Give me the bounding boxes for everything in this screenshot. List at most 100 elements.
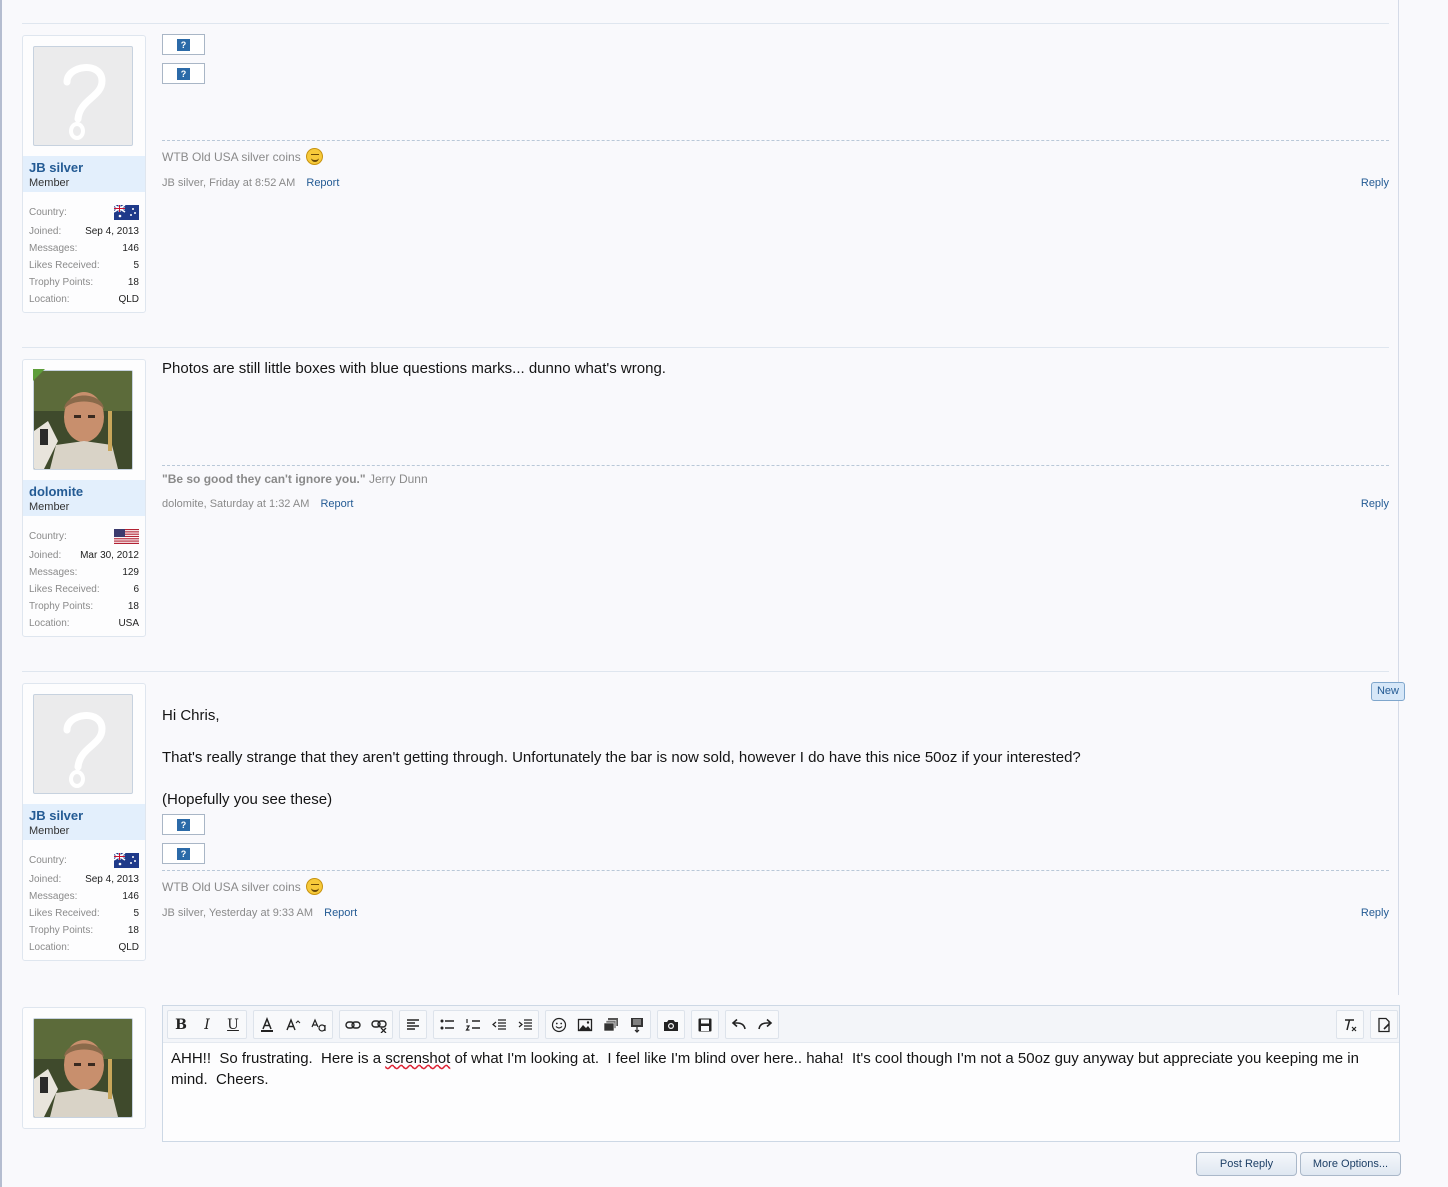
save-draft-icon[interactable] (692, 1011, 718, 1038)
username[interactable]: dolomite (29, 484, 139, 499)
toggle-bbcode-icon[interactable] (1371, 1011, 1397, 1038)
user-title: Member (29, 177, 70, 189)
message-user-info: JB silver Member Country: Joined: Sep 4, … (22, 683, 146, 961)
location-value[interactable]: USA (118, 618, 139, 629)
post-author[interactable]: dolomite (162, 498, 204, 510)
question-mark-image-icon: ? (177, 818, 190, 831)
signature: WTB Old USA silver coins (162, 878, 323, 895)
likes-label: Likes Received: (29, 260, 100, 271)
signature-author: Jerry Dunn (368, 472, 428, 486)
default-avatar-icon (63, 64, 106, 140)
reply-editor[interactable]: B I U AHH!! So frustrating. Here is a sc… (162, 1005, 1400, 1142)
signature: WTB Old USA silver coins (162, 148, 323, 165)
location-value[interactable]: QLD (118, 294, 139, 305)
editor-toolbar: B I U (163, 1006, 1399, 1043)
user-title: Member (29, 501, 70, 513)
extra-user-info: Country: Joined: Sep 4, 2013 Messages: 146… (23, 840, 145, 960)
undo-icon[interactable] (726, 1011, 752, 1038)
trophy-value[interactable]: 18 (128, 601, 139, 612)
broken-image[interactable]: ? (162, 34, 205, 55)
toolbar-group-history (725, 1010, 779, 1039)
post-date[interactable]: Friday at 8:52 AM (209, 177, 295, 189)
likes-value: 5 (133, 260, 139, 271)
numbered-list-icon[interactable] (460, 1011, 486, 1038)
message-line: Hi Chris, (162, 707, 220, 724)
post-date[interactable]: Yesterday at 9:33 AM (209, 907, 313, 919)
indent-icon[interactable] (512, 1011, 538, 1038)
font-family-icon[interactable] (306, 1011, 332, 1038)
toolbar-group-text (253, 1010, 333, 1039)
media-icon[interactable] (598, 1011, 624, 1038)
location-label: Location: (29, 294, 70, 305)
australia-flag-icon (114, 204, 139, 220)
user-name-box: JB silver Member (23, 156, 145, 192)
insert-icon[interactable] (624, 1011, 650, 1038)
message-user-info: dolomite Member Country: Joined: Mar 30, … (22, 359, 146, 637)
more-options-button[interactable]: More Options... (1300, 1152, 1401, 1176)
avatar[interactable] (33, 1018, 133, 1118)
signature-divider (162, 465, 1389, 466)
smiley-icon (305, 148, 323, 165)
broken-image[interactable]: ? (162, 814, 205, 835)
avatar[interactable] (33, 694, 133, 794)
bullet-list-icon[interactable] (434, 1011, 460, 1038)
outdent-icon[interactable] (486, 1011, 512, 1038)
camera-icon[interactable] (658, 1011, 684, 1038)
trophy-value[interactable]: 18 (128, 277, 139, 288)
username[interactable]: JB silver (29, 160, 139, 175)
message-user-info: JB silver Member Country: Joined: Sep 4, … (22, 35, 146, 313)
default-avatar-icon (63, 712, 106, 788)
link-icon[interactable] (340, 1011, 366, 1038)
post-date[interactable]: Saturday at 1:32 AM (210, 498, 310, 510)
user-title: Member (29, 825, 70, 837)
toolbar-group-lists (433, 1010, 539, 1039)
user-photo-avatar (34, 371, 132, 469)
image-icon[interactable] (572, 1011, 598, 1038)
align-left-icon[interactable] (400, 1011, 426, 1038)
broken-image[interactable]: ? (162, 843, 205, 864)
user-photo-avatar (34, 1019, 132, 1117)
toolbar-group-format: B I U (167, 1010, 247, 1039)
trophy-value[interactable]: 18 (128, 925, 139, 936)
reply-link[interactable]: Reply (1361, 177, 1389, 189)
reply-link[interactable]: Reply (1361, 498, 1389, 510)
usa-flag-icon (114, 528, 139, 544)
message-content: Hi Chris, That's really strange that the… (162, 705, 1389, 872)
likes-value: 5 (133, 908, 139, 919)
avatar[interactable] (33, 46, 133, 146)
messages-value[interactable]: 146 (122, 243, 139, 254)
post-reply-button[interactable]: Post Reply (1196, 1152, 1297, 1176)
username[interactable]: JB silver (29, 808, 139, 823)
trophy-label: Trophy Points: (29, 925, 94, 936)
messages-value[interactable]: 129 (122, 567, 139, 578)
message-meta: JB silver, Yesterday at 9:33 AM Report R… (162, 907, 1389, 919)
report-link[interactable]: Report (306, 177, 339, 189)
australia-flag-icon (114, 852, 139, 868)
messages-label: Messages: (29, 891, 78, 902)
post-author[interactable]: JB silver (162, 177, 203, 189)
remove-format-icon[interactable] (1337, 1011, 1363, 1038)
reply-link[interactable]: Reply (1361, 907, 1389, 919)
avatar[interactable] (33, 370, 133, 470)
reply-text-area[interactable]: AHH!! So frustrating. Here is a scrensho… (171, 1048, 1386, 1090)
text-color-icon[interactable] (254, 1011, 280, 1038)
country-label: Country: (29, 530, 67, 542)
unlink-icon[interactable] (366, 1011, 392, 1038)
underline-button[interactable]: U (220, 1011, 246, 1038)
bold-button[interactable]: B (168, 1011, 194, 1038)
message-content: Photos are still little boxes with blue … (162, 358, 1389, 379)
messages-value[interactable]: 146 (122, 891, 139, 902)
report-link[interactable]: Report (320, 498, 353, 510)
likes-value: 6 (133, 584, 139, 595)
smilie-icon[interactable] (546, 1011, 572, 1038)
location-value[interactable]: QLD (118, 942, 139, 953)
broken-image[interactable]: ? (162, 63, 205, 84)
toolbar-group-camera (657, 1010, 685, 1039)
post-author[interactable]: JB silver (162, 907, 203, 919)
italic-button[interactable]: I (194, 1011, 220, 1038)
message-post: dolomite Member Country: Joined: Mar 30, … (0, 348, 1448, 670)
report-link[interactable]: Report (324, 907, 357, 919)
toolbar-group-save (691, 1010, 719, 1039)
font-size-icon[interactable] (280, 1011, 306, 1038)
redo-icon[interactable] (752, 1011, 778, 1038)
